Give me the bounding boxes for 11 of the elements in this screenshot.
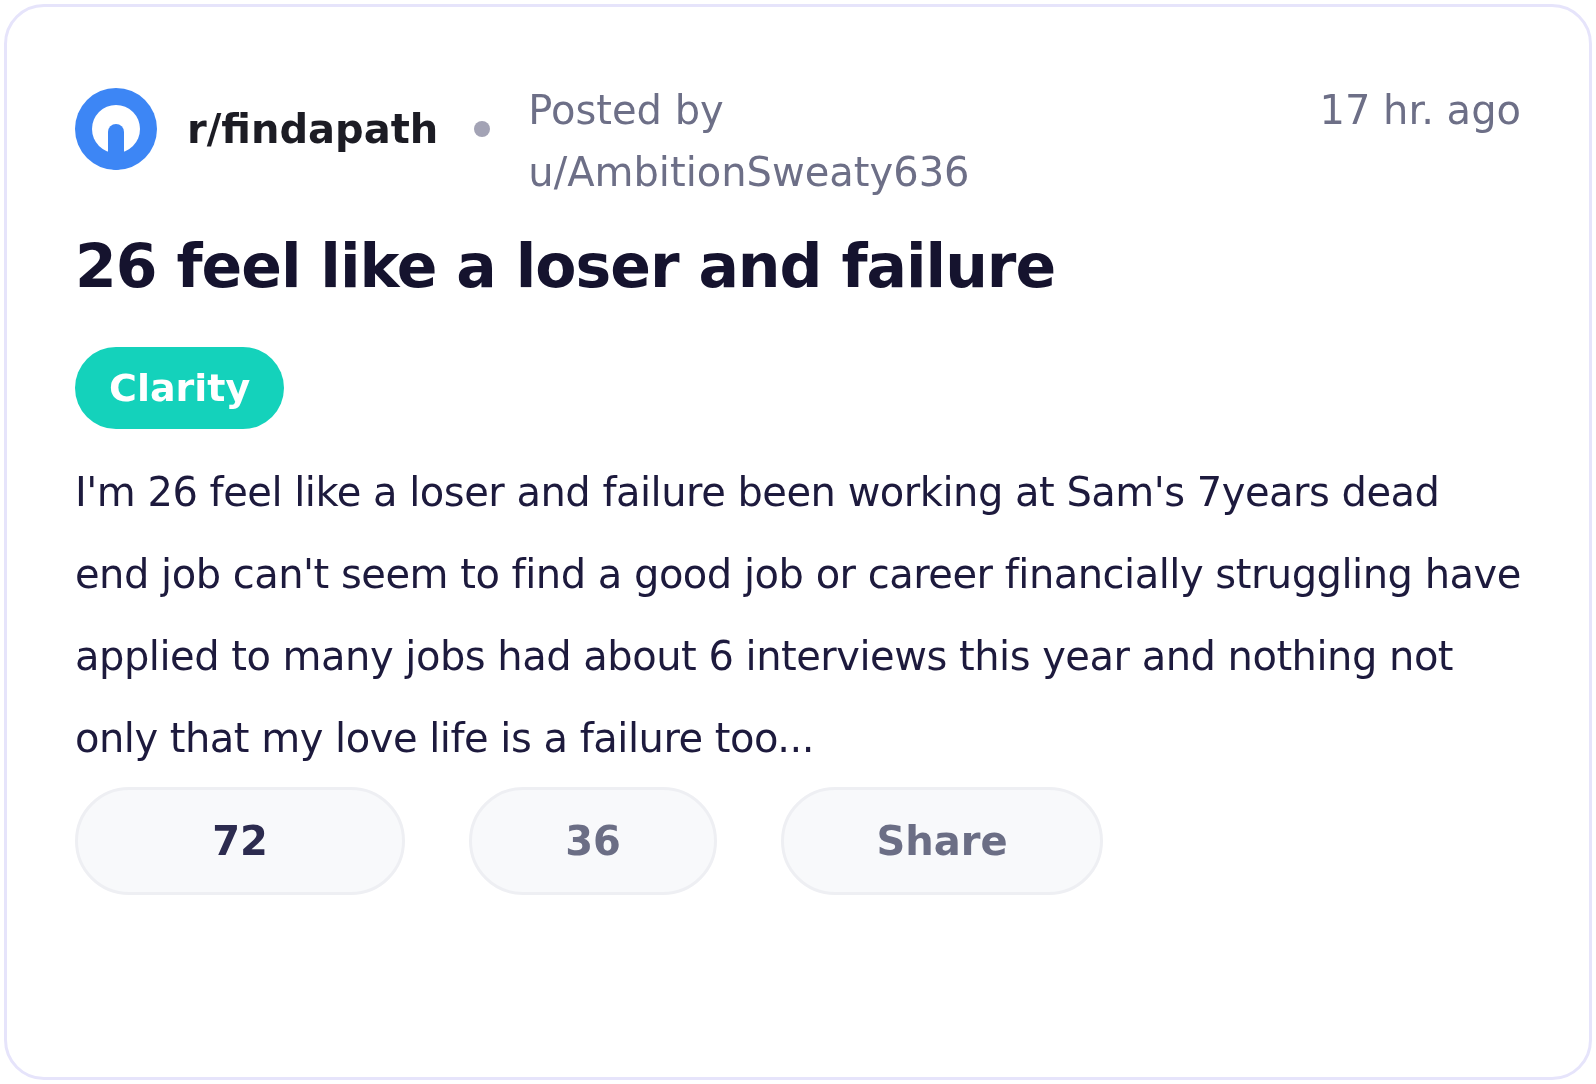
action-button[interactable]: 36 — [469, 787, 717, 895]
action-button[interactable]: Share — [781, 787, 1103, 895]
posted-by-label: Posted by — [528, 86, 725, 135]
flair-tag: Clarity — [75, 347, 285, 429]
action-button[interactable]: 72 — [75, 787, 405, 895]
post-time: 17 hr. ago — [1319, 86, 1521, 135]
post-title[interactable]: 26 feel like a loser and failure — [75, 221, 1521, 311]
post-body: I'm 26 feel like a loser and failure been working at Sam's 7years dead end job can't seem to find a good job or career financially struggling have applied to many jobs had about 6 interviews this year and nothing not only that my love life is a failure too... — [75, 468, 1521, 763]
author-link[interactable]: u/AmbitionSweaty636 — [528, 141, 970, 203]
subreddit-logo-icon — [75, 88, 157, 170]
subreddit-name[interactable]: r/findapath — [187, 99, 439, 159]
